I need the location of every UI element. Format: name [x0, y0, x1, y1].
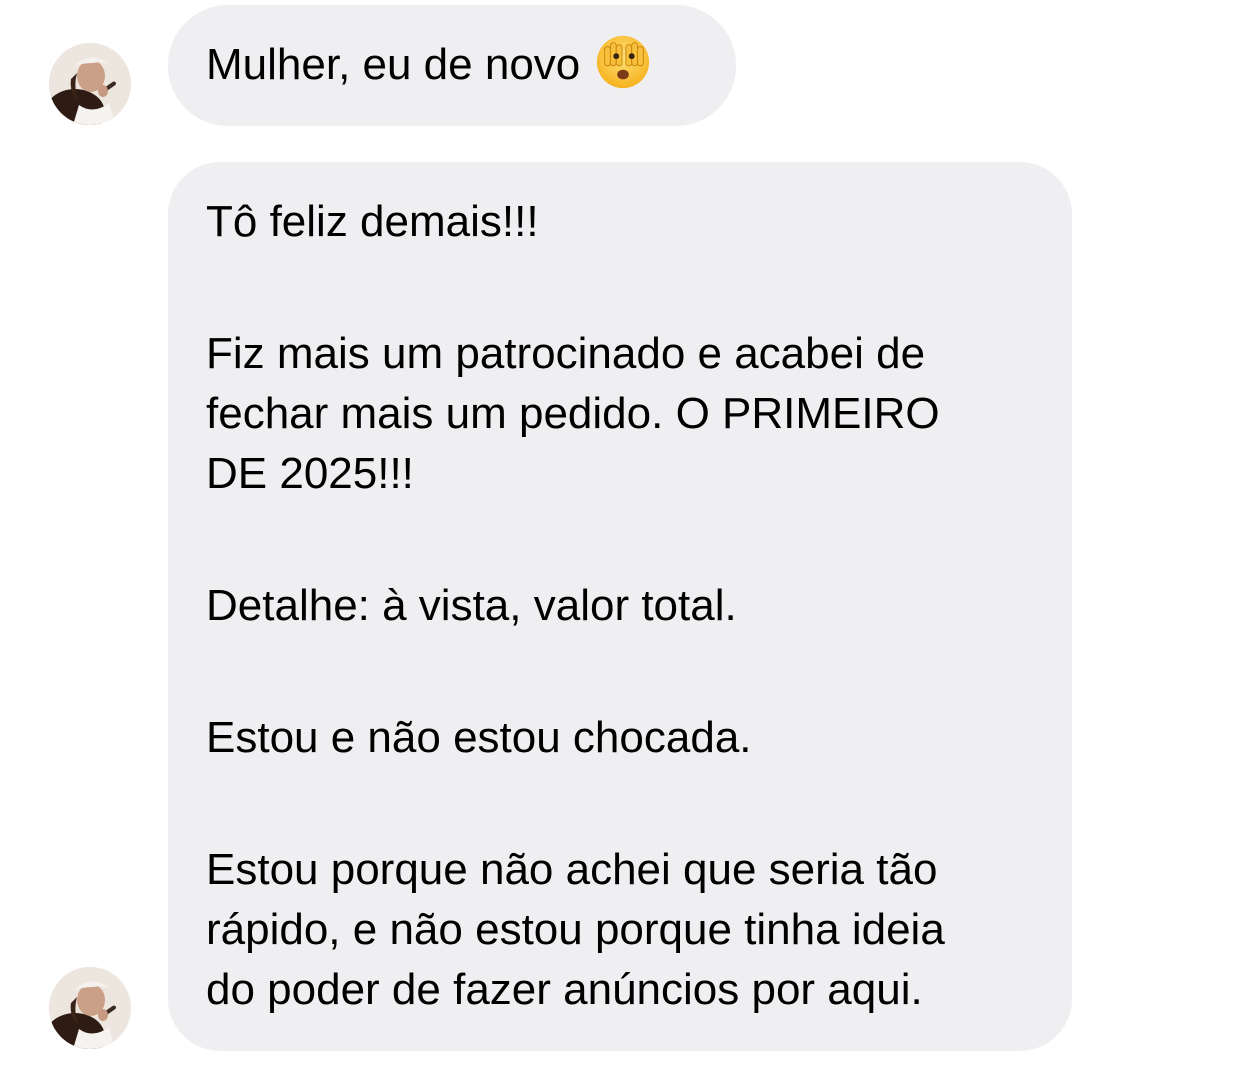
sender-avatar[interactable] [49, 967, 131, 1049]
avatar-portrait-icon [49, 967, 131, 1049]
message-bubble-short[interactable]: Mulher, eu de novo [168, 5, 736, 126]
message-paragraph: Estou e não estou chocada. [206, 713, 752, 762]
message-paragraph: Tô feliz demais!!! [206, 197, 539, 246]
message-paragraph: Fiz mais um patrocinado e acabei de fech… [206, 329, 940, 498]
message-bubble-long[interactable]: Tô feliz demais!!! Fiz mais um patrocina… [168, 162, 1072, 1051]
sender-avatar[interactable] [49, 43, 131, 125]
see-no-evil-face-peeking-icon [594, 33, 652, 91]
avatar-portrait-icon [49, 43, 131, 125]
message-paragraph: Detalhe: à vista, valor total. [206, 581, 737, 630]
message-text: Mulher, eu de novo [206, 40, 581, 89]
message-paragraph: Estou porque não achei que seria tão ráp… [206, 845, 945, 1014]
